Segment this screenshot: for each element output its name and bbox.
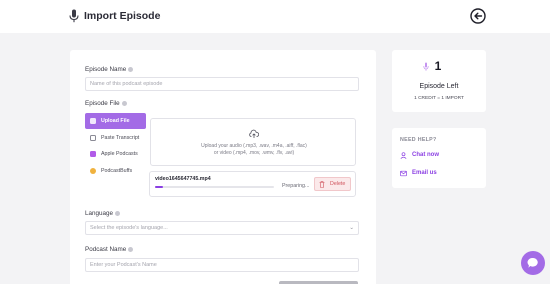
upload-status: Preparing... [282, 183, 310, 189]
help-heading: NEED HELP? [400, 137, 437, 143]
help-icon[interactable] [128, 246, 134, 252]
help-icon[interactable] [128, 66, 134, 72]
podcastbuffs-icon [90, 167, 96, 174]
language-placeholder: Select the episode's language... [90, 225, 168, 231]
tab-apple-podcasts[interactable]: Apple Podcasts [85, 146, 146, 162]
tab-label: Apple Podcasts [101, 151, 138, 157]
podcast-name-placeholder: Enter your Podcast's Name [90, 262, 157, 268]
file-name: video1645647745.mp4 [155, 176, 211, 182]
transcript-icon [90, 134, 96, 141]
apple-podcasts-icon [90, 151, 96, 157]
dropzone-formats-video: or video (.mp4, .mov, .wmv, .flv, .avi) [213, 150, 295, 156]
delete-label: Delete [330, 181, 346, 187]
upload-icon [90, 118, 96, 124]
tab-upload-file[interactable]: Upload File [85, 113, 146, 129]
credits-card: 1 Episode Left 1 CREDIT = 1 IMPORT [392, 50, 486, 112]
episode-name-input[interactable]: Name of this podcast episode [85, 77, 359, 91]
cloud-upload-icon [249, 129, 259, 138]
uploaded-file-row: video1645647745.mp4 Preparing... Delete [149, 171, 356, 197]
file-source-tabs: Upload File Paste Transcript Apple Podca… [85, 113, 146, 179]
tab-podcastbuffs[interactable]: PodcastBuffs [85, 163, 146, 179]
email-us-label: Email us [412, 170, 437, 176]
help-icon[interactable] [121, 100, 127, 106]
chat-widget-button[interactable] [521, 251, 545, 275]
delete-button[interactable]: Delete [314, 177, 351, 191]
episode-file-label: Episode File [85, 100, 127, 107]
file-dropzone[interactable]: Upload your audio (.mp3, .wav, .m4a, .ai… [150, 118, 356, 166]
back-arrow-icon[interactable] [470, 8, 486, 24]
credits-title: Episode Left [419, 83, 459, 90]
chat-bubble-icon [527, 257, 538, 268]
trash-icon [319, 181, 325, 188]
tab-label: Upload File [101, 118, 130, 124]
tab-paste-transcript[interactable]: Paste Transcript [85, 130, 146, 146]
language-label: Language [85, 210, 121, 217]
upload-progress-bar [155, 186, 274, 188]
user-icon [400, 152, 407, 159]
episode-name-label: Episode Name [85, 66, 134, 73]
mail-icon [400, 170, 407, 177]
top-bar: Import Episode [0, 0, 550, 33]
podcast-name-label: Podcast Name [85, 246, 134, 253]
upload-progress-fill [155, 186, 164, 188]
tab-label: Paste Transcript [101, 134, 140, 141]
dropzone-formats-audio: Upload your audio (.mp3, .wav, .m4a, .ai… [201, 143, 307, 149]
credits-count: 1 [434, 59, 442, 73]
chevron-down-icon: ⌄ [349, 225, 354, 231]
language-select[interactable]: Select the episode's language... ⌄ [85, 221, 359, 235]
chat-now-label: Chat now [412, 152, 439, 158]
microphone-icon [69, 9, 79, 23]
podcast-name-input[interactable]: Enter your Podcast's Name [85, 258, 359, 272]
help-icon[interactable] [115, 210, 121, 216]
tab-label: PodcastBuffs [101, 167, 133, 174]
episode-name-placeholder: Name of this podcast episode [90, 81, 163, 87]
help-card: NEED HELP? Chat now Email us [392, 128, 486, 188]
credits-note: 1 CREDIT = 1 IMPORT [414, 96, 464, 101]
page-title: Import Episode [84, 10, 161, 22]
